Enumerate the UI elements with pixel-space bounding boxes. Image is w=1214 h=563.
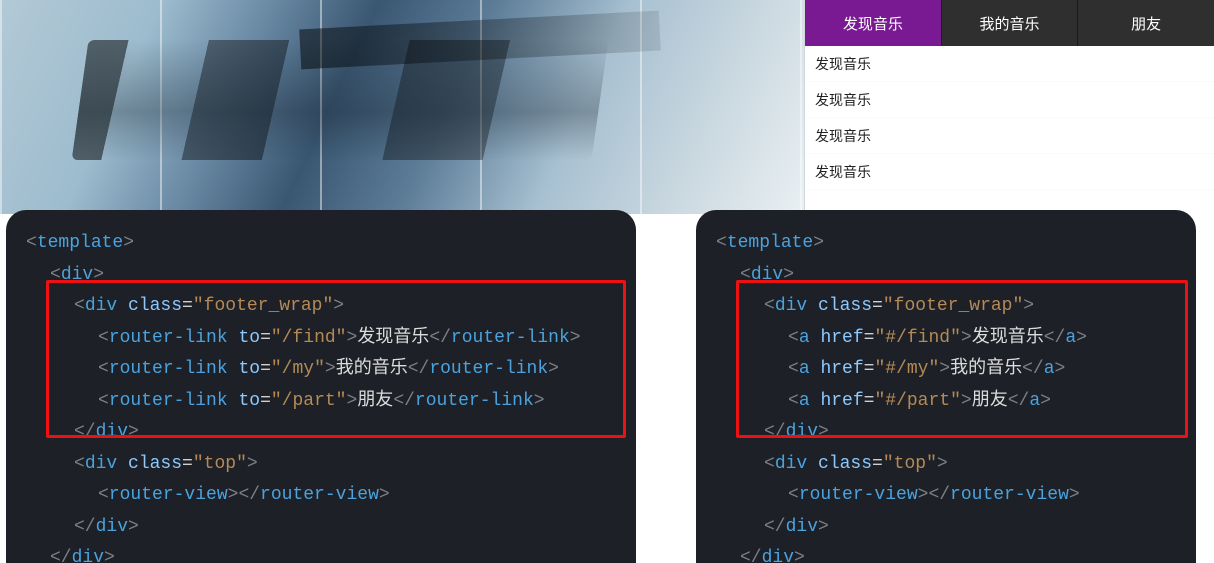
illustration-image	[0, 0, 805, 214]
list-item: 发现音乐	[805, 154, 1214, 190]
code-block-left: <template> <div> <div class="footer_wrap…	[6, 210, 636, 563]
tab-my-music[interactable]: 我的音乐	[941, 0, 1078, 46]
tab-discover[interactable]: 发现音乐	[805, 0, 941, 46]
code-block-right: <template> <div> <div class="footer_wrap…	[696, 210, 1196, 563]
list: 发现音乐 发现音乐 发现音乐 发现音乐	[805, 46, 1214, 190]
bottom-row: <template> <div> <div class="footer_wrap…	[0, 210, 1214, 563]
top-row: 发现音乐 我的音乐 朋友 发现音乐 发现音乐 发现音乐 发现音乐	[0, 0, 1214, 214]
ui-preview: 发现音乐 我的音乐 朋友 发现音乐 发现音乐 发现音乐 发现音乐	[805, 0, 1214, 214]
list-item: 发现音乐	[805, 46, 1214, 82]
list-item: 发现音乐	[805, 82, 1214, 118]
list-item: 发现音乐	[805, 118, 1214, 154]
tab-friends[interactable]: 朋友	[1077, 0, 1214, 46]
tabs: 发现音乐 我的音乐 朋友	[805, 0, 1214, 46]
